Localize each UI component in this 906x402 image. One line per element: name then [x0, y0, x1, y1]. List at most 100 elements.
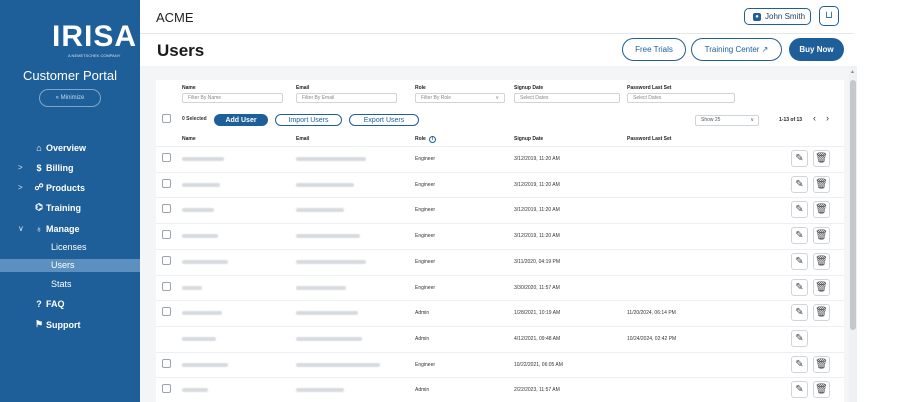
table-row[interactable]: Engineer 3/12/2019, 11:20 AM ✎ 🗑	[156, 146, 844, 171]
row-checkbox[interactable]	[162, 153, 171, 162]
trash-icon: 🗑	[815, 384, 828, 396]
sidebar-item-label: Licenses	[51, 242, 87, 252]
column-header-name[interactable]: Name	[182, 136, 196, 142]
row-checkbox[interactable]	[162, 307, 171, 317]
row-checkbox[interactable]	[162, 178, 171, 188]
edit-button[interactable]: ✎	[791, 355, 808, 373]
free-trials-button[interactable]: Free Trials	[622, 38, 686, 61]
delete-button[interactable]: 🗑	[813, 175, 830, 193]
edit-button[interactable]: ✎	[791, 381, 808, 399]
table-row[interactable]: Engineer 3/30/2020, 11:57 AM ✎ 🗑	[156, 274, 844, 300]
sidebar-item-licenses[interactable]: Licenses	[0, 241, 140, 254]
sidebar-item-stats[interactable]: Stats	[0, 278, 140, 291]
user-name: John Smith	[765, 12, 806, 21]
import-users-button[interactable]: Import Users	[275, 114, 342, 126]
delete-button[interactable]: 🗑	[813, 278, 830, 296]
delete-button[interactable]: 🗑	[813, 150, 830, 167]
row-checkbox[interactable]	[162, 358, 171, 368]
table-row[interactable]: Admin 4/12/2021, 09:48 AM 10/24/2024, 02:4…	[156, 325, 844, 351]
redacted-name	[182, 234, 218, 239]
user-menu-button[interactable]: ● John Smith	[744, 8, 811, 25]
redacted-email	[296, 336, 362, 341]
delete-button[interactable]: 🗑	[813, 252, 830, 270]
sidebar-item-manage[interactable]: ∨ ♁ Manage	[0, 220, 140, 237]
edit-button[interactable]: ✎	[791, 329, 808, 347]
signup-date-cell: 4/12/2021, 09:48 AM	[514, 335, 561, 342]
delete-button[interactable]: 🗑	[813, 381, 830, 399]
edit-button[interactable]: ✎	[791, 201, 808, 219]
redacted-email	[296, 388, 344, 393]
pencil-icon: ✎	[795, 358, 804, 370]
info-icon[interactable]: i	[428, 136, 436, 143]
redacted-name	[182, 388, 208, 393]
export-users-button[interactable]: Export Users	[349, 114, 419, 126]
role-cell: Engineer	[415, 233, 436, 240]
sidebar-item-support[interactable]: ⚑ Support	[0, 316, 140, 333]
table-row[interactable]: Engineer 10/22/2021, 06:05 AM ✎ 🗑	[156, 351, 844, 377]
sidebar-item-users[interactable]: Users	[0, 259, 140, 272]
edit-button[interactable]: ✎	[791, 304, 808, 322]
column-header-password[interactable]: Password Last Set	[627, 136, 671, 142]
column-header-email[interactable]: Email	[296, 136, 309, 142]
brand-logo: IRISA A NEMETSCHEK COMPANY	[38, 18, 136, 58]
page-size-select[interactable]: Show 25 ∨	[695, 115, 759, 126]
delete-button[interactable]: 🗑	[813, 201, 830, 219]
next-page-icon[interactable]: ›	[826, 113, 829, 123]
buy-now-button[interactable]: Buy Now	[789, 38, 844, 61]
role-cell: Admin	[415, 387, 430, 394]
scrollbar-thumb[interactable]	[850, 80, 856, 330]
app-root: IRISA A NEMETSCHEK COMPANY Customer Port…	[0, 0, 906, 402]
edit-button[interactable]: ✎	[791, 278, 808, 296]
row-checkbox[interactable]	[162, 255, 171, 265]
signup-date-picker[interactable]: Select Dates	[514, 93, 620, 103]
trash-icon: 🗑	[815, 255, 828, 267]
sidebar-item-training[interactable]: ⌬ Training	[0, 199, 140, 216]
password-date-picker[interactable]: Select Dates	[627, 93, 735, 103]
redacted-name	[182, 208, 214, 213]
delete-button[interactable]: 🗑	[813, 227, 830, 245]
row-checkbox[interactable]	[162, 230, 171, 240]
table-row[interactable]: Admin 1/28/2021, 10:19 AM 11/20/2024, 06:1…	[156, 300, 844, 325]
add-user-button[interactable]: Add User	[214, 114, 268, 126]
edit-button[interactable]: ✎	[791, 150, 808, 167]
redacted-name	[182, 182, 220, 187]
sidebar-item-label: Overview	[46, 142, 87, 153]
sidebar-item-billing[interactable]: > $ Billing	[0, 159, 140, 176]
row-checkbox[interactable]	[162, 204, 171, 214]
sidebar-item-faq[interactable]: ? FAQ	[0, 295, 140, 312]
redacted-name	[182, 285, 202, 290]
row-checkbox[interactable]	[162, 384, 171, 394]
column-header-role[interactable]: Role i	[415, 136, 436, 143]
cart-button[interactable]: ⊔	[819, 6, 839, 26]
table-row[interactable]: Engineer 3/12/2019, 11:20 AM ✎ 🗑	[156, 223, 844, 248]
edit-button[interactable]: ✎	[791, 175, 808, 193]
sidebar-item-overview[interactable]: ⌂ Overview	[0, 139, 140, 156]
sidebar-item-products[interactable]: > ☍ Products	[0, 179, 140, 196]
user-icon: ●	[753, 12, 761, 21]
table-row[interactable]: Engineer 3/12/2019, 11:20 AM ✎ 🗑	[156, 171, 844, 197]
delete-button[interactable]: 🗑	[813, 355, 830, 373]
select-all-checkbox[interactable]	[162, 114, 171, 123]
table-row[interactable]: Engineer 3/12/2019, 11:20 AM ✎ 🗑	[156, 197, 844, 222]
row-checkbox[interactable]	[162, 281, 171, 291]
email-filter-input[interactable]: Filter By Email	[296, 93, 397, 103]
pencil-icon: ✎	[795, 384, 804, 396]
scroll-up-icon[interactable]: ▲	[850, 69, 855, 75]
table-row[interactable]: Admin 2/22/2023, 11:57 AM ✎ 🗑	[156, 377, 844, 402]
sidebar-item-label: FAQ	[46, 298, 65, 309]
previous-page-icon[interactable]: ‹	[813, 113, 816, 123]
role-cell: Engineer	[415, 284, 436, 291]
role-cell: Admin	[415, 335, 430, 342]
redacted-email	[296, 362, 380, 367]
password-filter-label: Password Last Set	[627, 85, 672, 91]
name-filter-input[interactable]: Filter By Name	[182, 93, 283, 103]
edit-button[interactable]: ✎	[791, 227, 808, 245]
column-header-signup[interactable]: Signup Date	[514, 136, 543, 142]
trash-icon: 🗑	[815, 230, 828, 242]
training-center-button[interactable]: Training Center ↗	[691, 38, 782, 61]
delete-button[interactable]: 🗑	[813, 304, 830, 322]
minimize-button[interactable]: « Minimize	[39, 89, 101, 107]
edit-button[interactable]: ✎	[791, 252, 808, 270]
table-row[interactable]: Engineer 3/11/2020, 04:19 PM ✎ 🗑	[156, 248, 844, 274]
role-filter-select[interactable]: Filter By Role ∨	[415, 93, 505, 103]
